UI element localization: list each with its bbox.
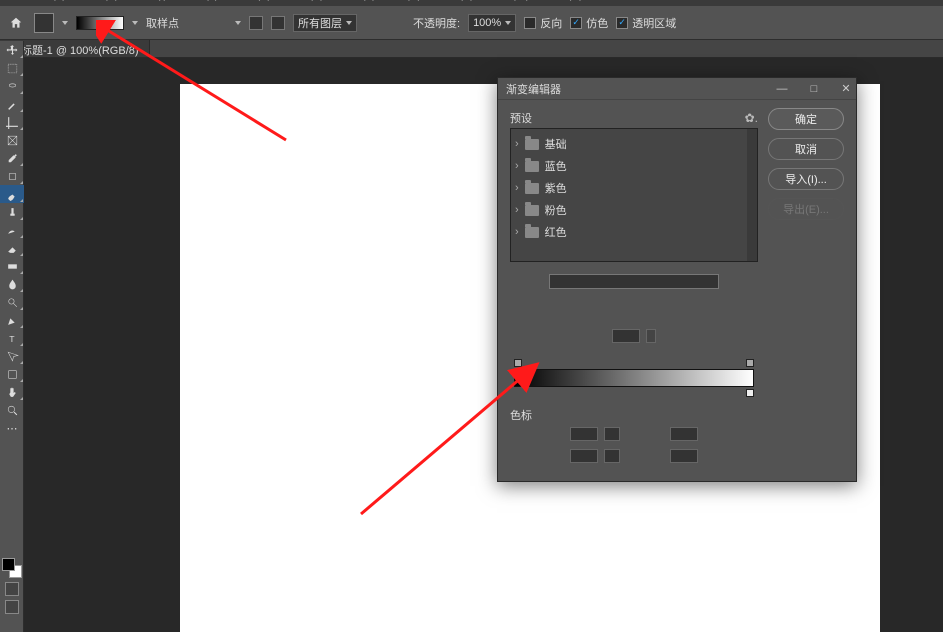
ok-button[interactable]: 确定 bbox=[768, 108, 844, 130]
move-tool[interactable] bbox=[0, 41, 24, 59]
folder-icon bbox=[525, 205, 539, 216]
lasso-tool[interactable] bbox=[0, 77, 24, 95]
folder-icon bbox=[525, 139, 539, 150]
stop-opacity-field[interactable] bbox=[570, 427, 620, 441]
eyedropper-tool[interactable] bbox=[0, 149, 24, 167]
gradient-bar[interactable] bbox=[514, 369, 754, 387]
sample-caret-icon[interactable] bbox=[235, 21, 241, 25]
healing-tool[interactable] bbox=[0, 167, 24, 185]
chevron-right-icon: › bbox=[515, 204, 519, 216]
dodge-tool[interactable] bbox=[0, 293, 24, 311]
stop-position-field[interactable] bbox=[670, 427, 698, 441]
eraser-tool[interactable] bbox=[0, 239, 24, 257]
chevron-down-icon bbox=[505, 21, 511, 25]
folder-icon bbox=[525, 161, 539, 172]
pen-tool[interactable] bbox=[0, 311, 24, 329]
preset-folder[interactable]: ›红色 bbox=[515, 221, 753, 243]
gradient-preview[interactable] bbox=[76, 16, 124, 30]
layout-toggle-b[interactable] bbox=[271, 16, 285, 30]
preset-list: ›基础 ›蓝色 ›紫色 ›粉色 ›红色 bbox=[510, 128, 758, 262]
import-button[interactable]: 导入(I)... bbox=[768, 168, 844, 190]
tool-preset-caret-icon[interactable] bbox=[62, 21, 68, 25]
hand-tool[interactable] bbox=[0, 383, 24, 401]
color-stop-right[interactable] bbox=[746, 389, 754, 397]
stop-location-field[interactable] bbox=[670, 449, 698, 463]
chevron-right-icon: › bbox=[515, 182, 519, 194]
dither-checkbox[interactable]: 仿色 bbox=[570, 15, 608, 31]
presets-label: 预设 bbox=[510, 110, 532, 126]
checkbox-icon bbox=[570, 17, 582, 29]
close-button[interactable]: ✕ bbox=[840, 83, 852, 95]
wand-tool[interactable] bbox=[0, 95, 24, 113]
svg-text:T: T bbox=[9, 333, 15, 343]
zoom-tool[interactable] bbox=[0, 401, 24, 419]
screenmode-toggle[interactable] bbox=[5, 600, 19, 614]
gear-icon[interactable]: ✿. bbox=[745, 111, 758, 125]
path-tool[interactable] bbox=[0, 347, 24, 365]
document-tabs: 未标题-1 @ 100%(RGB/8) bbox=[0, 40, 943, 58]
minimize-button[interactable]: — bbox=[776, 83, 788, 95]
smoothness-field[interactable] bbox=[612, 329, 640, 343]
dialog-title: 渐变编辑器 bbox=[506, 81, 561, 97]
sample-label: 取样点 bbox=[146, 15, 179, 31]
reverse-checkbox[interactable]: 反向 bbox=[524, 15, 562, 31]
checkbox-icon bbox=[524, 17, 536, 29]
gradient-editor-dialog: 渐变编辑器 — □ ✕ 预设 ✿. ›基础 ›蓝色 ›紫色 ›粉色 ›红色 bbox=[497, 77, 857, 482]
gradient-name-input[interactable] bbox=[549, 274, 719, 289]
type-tool[interactable]: T bbox=[0, 329, 24, 347]
frame-tool[interactable] bbox=[0, 131, 24, 149]
color-swatch bbox=[2, 558, 22, 578]
cancel-button[interactable]: 取消 bbox=[768, 138, 844, 160]
opacity-value: 100% bbox=[473, 17, 501, 29]
marquee-tool[interactable] bbox=[0, 59, 24, 77]
option-bar: 取样点 所有图层 不透明度: 100% 反向 仿色 透明区域 bbox=[0, 6, 943, 40]
home-button[interactable] bbox=[6, 13, 26, 33]
gradient-tool[interactable] bbox=[0, 257, 24, 275]
layer-scope-value: 所有图层 bbox=[298, 15, 342, 31]
opacity-label: 不透明度: bbox=[413, 15, 460, 31]
stamp-tool[interactable] bbox=[0, 203, 24, 221]
preset-folder[interactable]: ›蓝色 bbox=[515, 155, 753, 177]
foreground-color[interactable] bbox=[2, 558, 15, 571]
preset-folder[interactable]: ›粉色 bbox=[515, 199, 753, 221]
maximize-button[interactable]: □ bbox=[808, 83, 820, 95]
preset-folder[interactable]: ›紫色 bbox=[515, 177, 753, 199]
folder-icon bbox=[525, 183, 539, 194]
stop-color-field[interactable] bbox=[570, 449, 620, 463]
history-brush-tool[interactable] bbox=[0, 221, 24, 239]
opacity-stop-right[interactable] bbox=[746, 359, 754, 367]
export-button: 导出(E)... bbox=[768, 198, 844, 220]
chevron-down-icon[interactable] bbox=[646, 329, 656, 343]
chevron-down-icon bbox=[346, 21, 352, 25]
folder-icon bbox=[525, 227, 539, 238]
preset-folder[interactable]: ›基础 bbox=[515, 133, 753, 155]
gradient-caret-icon[interactable] bbox=[132, 21, 138, 25]
transparency-checkbox[interactable]: 透明区域 bbox=[616, 15, 676, 31]
checkbox-icon bbox=[616, 17, 628, 29]
blur-tool[interactable] bbox=[0, 275, 24, 293]
chevron-right-icon: › bbox=[515, 160, 519, 172]
tools-panel: T ⋯ bbox=[0, 41, 24, 632]
tool-preset-icon[interactable] bbox=[34, 13, 54, 33]
more-tools[interactable]: ⋯ bbox=[0, 419, 24, 437]
stops-label: 色标 bbox=[510, 407, 758, 423]
quickmask-toggle[interactable] bbox=[5, 582, 19, 596]
gradient-ramp bbox=[510, 359, 758, 401]
opacity-stop-left[interactable] bbox=[514, 359, 522, 367]
shape-tool[interactable] bbox=[0, 365, 24, 383]
dialog-titlebar[interactable]: 渐变编辑器 — □ ✕ bbox=[498, 78, 856, 100]
scrollbar[interactable] bbox=[747, 129, 757, 261]
layout-toggle-a[interactable] bbox=[249, 16, 263, 30]
layer-scope-select[interactable]: 所有图层 bbox=[293, 14, 357, 32]
crop-tool[interactable] bbox=[0, 113, 24, 131]
chevron-right-icon: › bbox=[515, 138, 519, 150]
chevron-right-icon: › bbox=[515, 226, 519, 238]
opacity-select[interactable]: 100% bbox=[468, 14, 516, 32]
brush-tool[interactable] bbox=[0, 185, 24, 203]
